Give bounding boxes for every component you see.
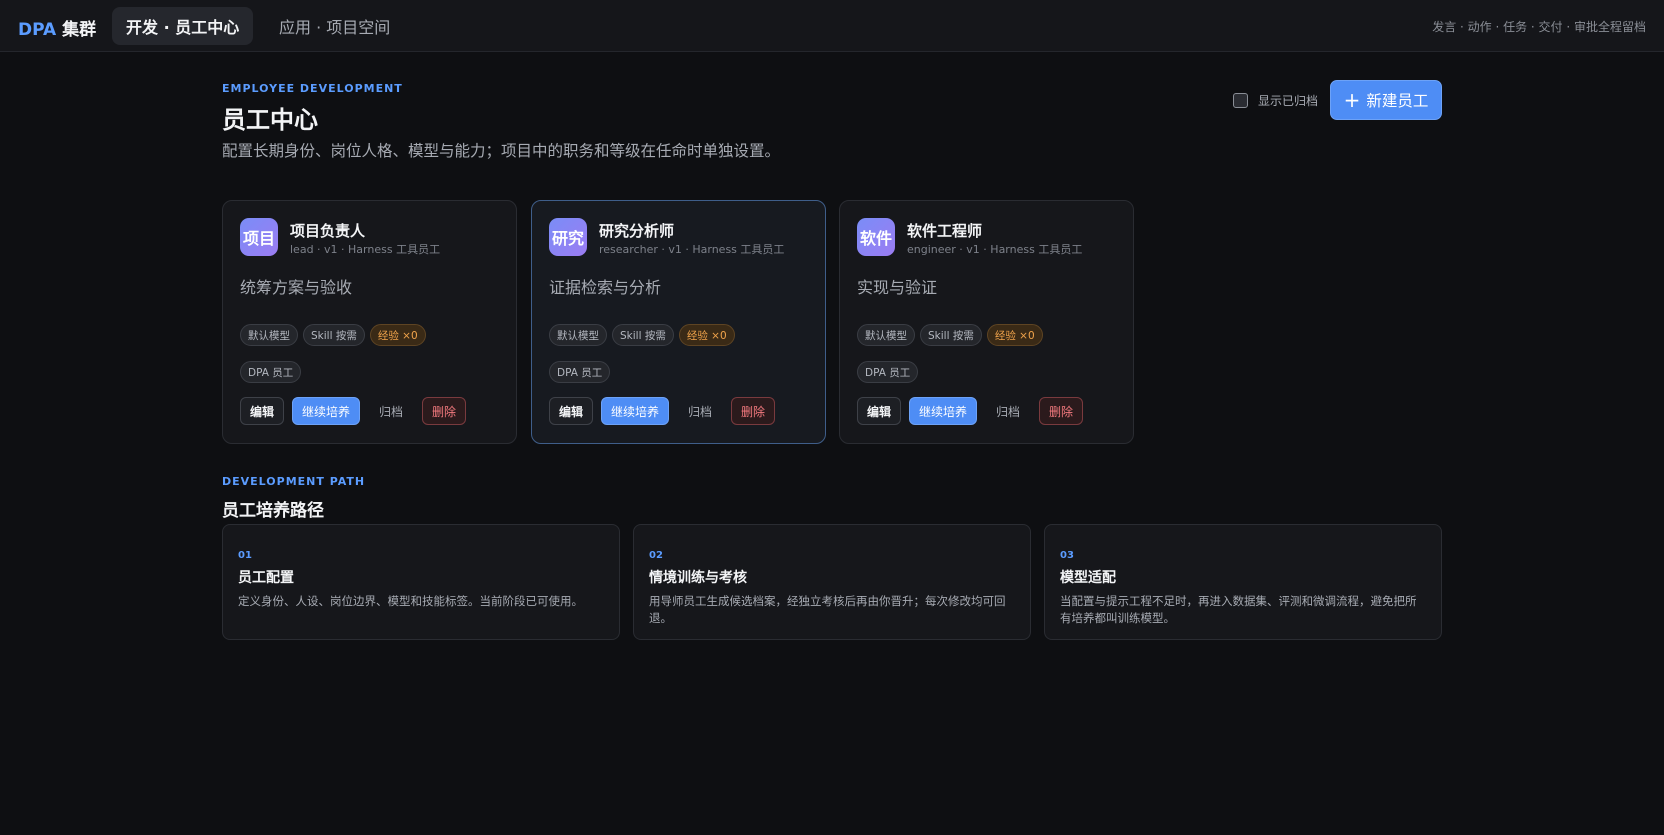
section-eyebrow: EMPLOYEE DEVELOPMENT: [222, 82, 403, 95]
path-step: 01 员工配置 定义身份、人设、岗位边界、模型和技能标签。当前阶段已可使用。: [222, 524, 620, 640]
edit-button[interactable]: 编辑: [857, 397, 902, 425]
show-archived-toggle[interactable]: 显示已归档: [1233, 92, 1318, 109]
card-actions: 编辑 继续培养 归档 删除: [240, 397, 467, 425]
skill-tag: Skill 按需: [303, 324, 365, 346]
employee-name: 研究分析师: [599, 222, 675, 240]
continue-training-button[interactable]: 继续培养: [601, 397, 670, 425]
model-tag: 默认模型: [240, 324, 298, 346]
brand-logo[interactable]: DPA 集群: [18, 15, 96, 40]
continue-training-button[interactable]: 继续培养: [292, 397, 361, 425]
page-title: 员工中心: [222, 106, 318, 134]
employee-card[interactable]: 研究 研究分析师 researcher · v1 · Harness 工具员工 …: [531, 200, 826, 444]
employee-meta: researcher · v1 · Harness 工具员工: [599, 243, 785, 256]
page-subtitle: 配置长期身份、岗位人格、模型与能力；项目中的职务和等级在任命时单独设置。: [222, 142, 781, 160]
employee-name: 软件工程师: [907, 222, 983, 240]
delete-button[interactable]: 删除: [731, 397, 776, 425]
path-step: 02 情境训练与考核 用导师员工生成候选档案，经独立考核后再由你晋升；每次修改均…: [633, 524, 1031, 640]
dpa-tag: DPA 员工: [240, 361, 302, 383]
step-number: 02: [649, 550, 663, 561]
plus-icon: +: [1343, 88, 1361, 112]
brand-prefix: DPA: [18, 20, 57, 40]
archive-button[interactable]: 归档: [985, 397, 1031, 425]
edit-button[interactable]: 编辑: [240, 397, 285, 425]
step-description: 用导师员工生成候选档案，经独立考核后再由你晋升；每次修改均可回退。: [649, 594, 1006, 625]
experience-tag: 经验 ×0: [369, 324, 426, 346]
employee-card[interactable]: 软件 软件工程师 engineer · v1 · Harness 工具员工 实现…: [839, 200, 1134, 444]
tag-list: 默认模型 Skill 按需 经验 ×0: [549, 324, 735, 346]
edit-button[interactable]: 编辑: [549, 397, 594, 425]
employee-description: 实现与验证: [857, 278, 938, 297]
card-actions: 编辑 继续培养 归档 删除: [857, 397, 1084, 425]
new-employee-label: 新建员工: [1366, 92, 1429, 110]
card-actions: 编辑 继续培养 归档 删除: [549, 397, 776, 425]
archive-button[interactable]: 归档: [677, 397, 723, 425]
avatar: 软件: [857, 218, 895, 256]
audit-trail-links[interactable]: 发言 · 动作 · 任务 · 交付 · 审批全程留档: [1432, 18, 1646, 35]
step-number: 03: [1060, 550, 1074, 561]
archive-button[interactable]: 归档: [368, 397, 414, 425]
tab-project-space[interactable]: 应用 · 项目空间: [265, 7, 404, 45]
show-archived-checkbox[interactable]: [1233, 93, 1248, 108]
step-description: 当配置与提示工程不足时，再进入数据集、评测和微调流程，避免把所有培养都叫训练模型…: [1060, 594, 1417, 625]
experience-tag: 经验 ×0: [678, 324, 735, 346]
path-eyebrow: DEVELOPMENT PATH: [222, 475, 366, 488]
tag-list: 默认模型 Skill 按需 经验 ×0: [857, 324, 1043, 346]
employee-meta: engineer · v1 · Harness 工具员工: [907, 243, 1083, 256]
skill-tag: Skill 按需: [920, 324, 982, 346]
skill-tag: Skill 按需: [612, 324, 674, 346]
step-description: 定义身份、人设、岗位边界、模型和技能标签。当前阶段已可使用。: [238, 594, 583, 608]
step-title: 情境训练与考核: [649, 570, 747, 586]
delete-button[interactable]: 删除: [422, 397, 467, 425]
path-title: 员工培养路径: [222, 501, 324, 521]
employee-card[interactable]: 项目 项目负责人 lead · v1 · Harness 工具员工 统筹方案与验…: [222, 200, 517, 444]
brand-suffix: 集群: [62, 20, 97, 40]
show-archived-label: 显示已归档: [1258, 94, 1319, 108]
employee-description: 统筹方案与验收: [240, 278, 353, 297]
delete-button[interactable]: 删除: [1039, 397, 1084, 425]
avatar: 研究: [549, 218, 587, 256]
top-bar: DPA 集群 开发 · 员工中心 应用 · 项目空间 发言 · 动作 · 任务 …: [0, 0, 1664, 52]
dpa-tag: DPA 员工: [549, 361, 611, 383]
step-title: 模型适配: [1060, 570, 1116, 586]
model-tag: 默认模型: [857, 324, 915, 346]
employee-description: 证据检索与分析: [549, 278, 662, 297]
employee-name: 项目负责人: [290, 222, 366, 240]
tag-list: 默认模型 Skill 按需 经验 ×0: [240, 324, 426, 346]
step-title: 员工配置: [238, 570, 294, 586]
dpa-tag: DPA 员工: [857, 361, 919, 383]
path-step: 03 模型适配 当配置与提示工程不足时，再进入数据集、评测和微调流程，避免把所有…: [1044, 524, 1442, 640]
continue-training-button[interactable]: 继续培养: [909, 397, 978, 425]
avatar: 项目: [240, 218, 278, 256]
experience-tag: 经验 ×0: [986, 324, 1043, 346]
tab-employee-center[interactable]: 开发 · 员工中心: [112, 7, 254, 45]
employee-meta: lead · v1 · Harness 工具员工: [290, 243, 441, 256]
model-tag: 默认模型: [549, 324, 607, 346]
step-number: 01: [238, 550, 252, 561]
new-employee-button[interactable]: + 新建员工: [1330, 80, 1442, 120]
